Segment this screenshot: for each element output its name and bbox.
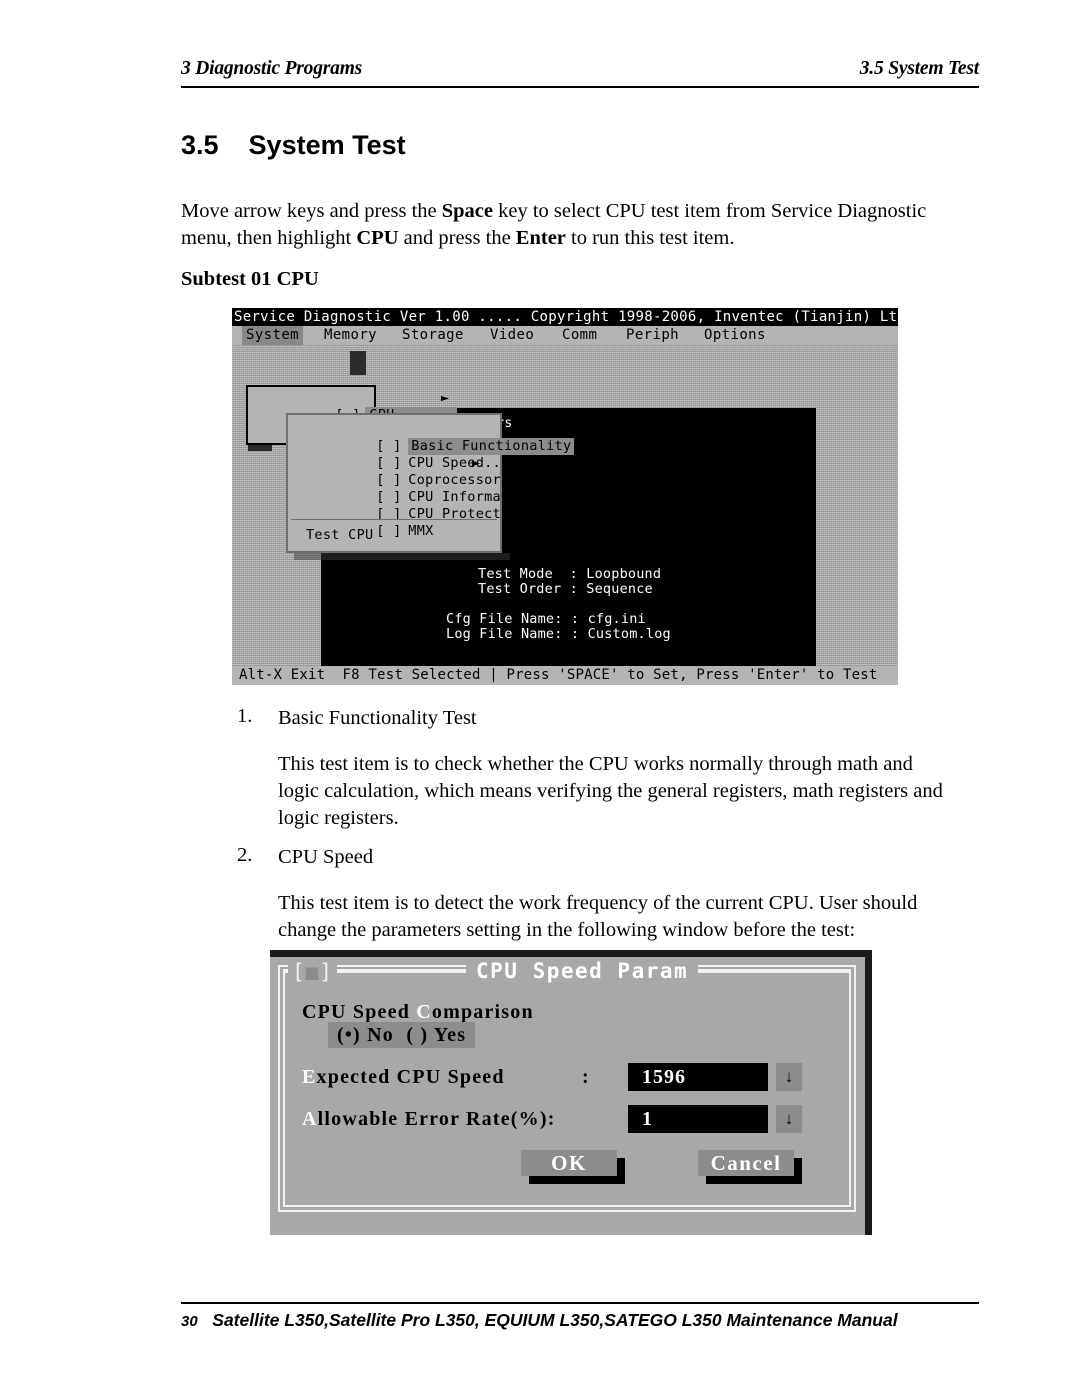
submenu-item-label: MMX xyxy=(408,523,434,539)
intro-text-3: and press the xyxy=(398,227,516,249)
intro-bold-space: Space xyxy=(441,200,493,222)
submenu-item-coprocessor[interactable]: [ ] Coprocessor ► xyxy=(292,455,501,488)
list-title-2: CPU Speed xyxy=(278,846,374,868)
expected-cpu-speed-colon: : xyxy=(582,1066,590,1088)
allowable-error-rate-label: Allowable Error Rate(%): xyxy=(302,1108,556,1131)
close-square-icon: ■ xyxy=(305,960,320,984)
submenu-arrow-icon: ► xyxy=(440,390,450,406)
page-footer: 30 Satellite L350,Satellite Pro L350, EQ… xyxy=(181,1310,981,1331)
page-number: 30 xyxy=(181,1313,198,1330)
ok-button[interactable]: OK xyxy=(521,1150,617,1176)
list-number-2: 2. xyxy=(237,844,253,866)
submenu-item-test-cpu[interactable]: Test CPU xyxy=(306,527,373,544)
intro-text-1: Move arrow keys and press the xyxy=(181,200,442,222)
submenu-arrow-icon: ► xyxy=(472,455,481,471)
footer-text: Satellite L350,Satellite Pro L350, EQUIU… xyxy=(212,1310,898,1330)
run-parameter-footer-line: Test Order : Sequence xyxy=(478,581,653,597)
expected-cpu-speed-label: Expected CPU Speed xyxy=(302,1066,505,1089)
list-body-1: This test item is to check whether the C… xyxy=(278,753,943,829)
dialog-title: CPU Speed Param xyxy=(466,960,699,982)
scroll-thumb-block xyxy=(350,351,366,375)
run-parameter-footer-line: Log File Name: : Custom.log xyxy=(446,626,671,642)
cancel-button-wrap: Cancel xyxy=(698,1150,802,1184)
intro-text-4: to run this test item. xyxy=(565,227,735,249)
comparison-label-hotkey: C xyxy=(416,1001,432,1023)
menu-periph[interactable]: Periph xyxy=(622,326,683,345)
header-rule xyxy=(181,86,979,88)
submenu-item-cpu-speed[interactable]: [ ] CPU Speed... xyxy=(292,438,509,471)
menu-system[interactable]: System xyxy=(242,326,303,345)
dialog-body: [■] CPU Speed Param xyxy=(270,957,865,1228)
menu-video[interactable]: Video xyxy=(486,326,538,345)
cpu-speed-comparison-radio-group[interactable]: (•) No ( ) Yes xyxy=(328,1022,476,1048)
intro-paragraph: Move arrow keys and press the Space key … xyxy=(181,198,981,252)
allowable-error-rate-input[interactable]: 1 xyxy=(628,1105,768,1133)
cancel-button[interactable]: Cancel xyxy=(698,1150,794,1176)
cpu-speed-param-dialog: [■] CPU Speed Param xyxy=(270,950,872,1235)
intro-bold-enter: Enter xyxy=(515,227,566,249)
dialog-top-edge xyxy=(270,950,872,957)
ok-button-wrap: OK xyxy=(521,1150,625,1184)
submenu-item-basic-functionality[interactable]: [ ] Basic Functionality xyxy=(292,421,575,455)
close-bracket-right: ] xyxy=(319,960,333,984)
error-label-text: llowable Error Rate(%): xyxy=(317,1108,556,1130)
dialog-right-edge xyxy=(865,950,872,1235)
list-title-1: Basic Functionality Test xyxy=(278,707,477,729)
footer-rule xyxy=(181,1302,979,1304)
dos-titlebar: Service Diagnostic Ver 1.00 ..... Copyri… xyxy=(232,308,898,326)
document-page: 3 Diagnostic Programs 3.5 System Test 3.… xyxy=(0,0,1080,1397)
comparison-label-post: omparison xyxy=(431,1001,534,1023)
cpu-submenu[interactable]: [ ] Basic Functionality [ ] CPU Speed... [… xyxy=(286,413,575,553)
dos-desktop: ch Run Parameters ve Test : Yes m Error … xyxy=(232,345,898,685)
menu-item-cpu[interactable]: [ ]CPU ► xyxy=(251,390,458,424)
submenu-divider xyxy=(291,519,497,520)
menu-options[interactable]: Options xyxy=(700,326,770,345)
expected-label-text: xpected CPU Speed xyxy=(316,1066,505,1088)
running-head-left: 3 Diagnostic Programs xyxy=(181,58,363,79)
menu-memory[interactable]: Memory xyxy=(320,326,381,345)
allowable-error-rate-stepper-down-icon[interactable]: ↓ xyxy=(776,1105,802,1133)
checkbox-icon[interactable]: [ ] xyxy=(376,523,408,540)
menu-storage[interactable]: Storage xyxy=(398,326,468,345)
submenu-item-cpu-information[interactable]: [ ] CPU Information xyxy=(292,472,535,505)
close-bracket-left: [ xyxy=(292,960,306,984)
list-body-2: This test item is to detect the work fre… xyxy=(278,892,918,941)
dos-screenshot: Service Diagnostic Ver 1.00 ..... Copyri… xyxy=(232,308,898,685)
expected-cpu-speed-input[interactable]: 1596 xyxy=(628,1063,768,1091)
running-head: 3 Diagnostic Programs 3.5 System Test xyxy=(181,58,979,80)
comparison-label-pre: CPU Speed xyxy=(302,1001,417,1023)
running-head-right: 3.5 System Test xyxy=(859,58,979,79)
page-title: 3.5 System Test xyxy=(181,130,406,160)
expected-cpu-speed-stepper-down-icon[interactable]: ↓ xyxy=(776,1063,802,1091)
cpu-speed-comparison-label: CPU Speed Comparison xyxy=(302,1001,534,1024)
dos-statusbar: Alt-X Exit F8 Test Selected | Press 'SPA… xyxy=(232,666,898,685)
submenu-item-mmx[interactable]: [ ] MMX xyxy=(292,506,434,539)
subtest-title: Subtest 01 CPU xyxy=(181,268,319,290)
list-number-1: 1. xyxy=(237,705,253,727)
close-icon[interactable]: [■] xyxy=(288,961,337,983)
expected-label-hotkey: E xyxy=(302,1066,317,1088)
menu-comm[interactable]: Comm xyxy=(558,326,601,345)
submenu-item-cpu-protected-mode[interactable]: [ ] CPU Protected Mode xyxy=(292,489,560,522)
intro-bold-cpu: CPU xyxy=(356,227,399,249)
error-label-hotkey: A xyxy=(302,1108,318,1130)
dos-menubar: System Memory Storage Video Comm Periph … xyxy=(232,326,898,345)
